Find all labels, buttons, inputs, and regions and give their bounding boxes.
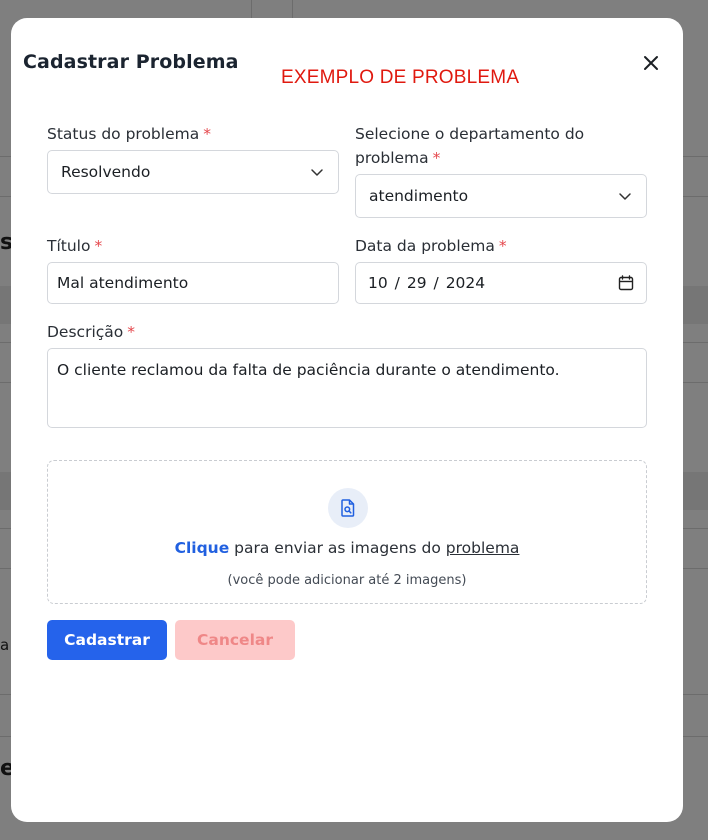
description-textarea[interactable]: O cliente reclamou da falta de paciência…: [47, 348, 647, 428]
title-input-value: Mal atendimento: [57, 274, 189, 292]
description-label: Descrição *: [47, 320, 135, 344]
calendar-icon[interactable]: [618, 275, 634, 291]
required-mark: *: [498, 237, 507, 255]
date-value: 10 / 29 / 2024: [367, 274, 486, 292]
department-select-value: atendimento: [369, 187, 469, 205]
status-label: Status do problema *: [47, 122, 211, 146]
department-label: Selecione o departamento do problema *: [355, 122, 584, 170]
upload-hint: (você pode adicionar até 2 imagens): [227, 573, 467, 588]
description-label-text: Descrição: [47, 323, 124, 341]
date-day[interactable]: 29: [407, 274, 427, 292]
modal-title: Cadastrar Problema: [23, 51, 239, 73]
cancel-button[interactable]: Cancelar: [175, 620, 295, 660]
required-mark: *: [203, 125, 211, 143]
date-separator: /: [433, 274, 439, 292]
date-label-text: Data da problema: [355, 237, 495, 255]
department-select[interactable]: atendimento: [355, 174, 647, 218]
required-mark: *: [432, 149, 441, 167]
description-value: O cliente reclamou da falta de paciência…: [57, 361, 560, 379]
title-label: Título *: [47, 234, 102, 258]
date-label: Data da problema *: [355, 234, 507, 258]
chevron-down-icon: [311, 169, 323, 176]
department-label-line1: Selecione o departamento do: [355, 125, 585, 143]
date-year[interactable]: 2024: [446, 274, 485, 292]
upload-instruction: Clique para enviar as imagens do problem…: [48, 539, 646, 557]
status-select-value: Resolvendo: [61, 163, 151, 181]
image-upload-dropzone[interactable]: Clique para enviar as imagens do problem…: [47, 460, 647, 604]
close-button[interactable]: [639, 51, 663, 75]
example-label: EXEMPLO DE PROBLEMA: [281, 67, 520, 88]
date-input[interactable]: 10 / 29 / 2024: [355, 262, 647, 304]
chevron-down-icon: [619, 193, 631, 200]
department-label-line2: problema: [355, 149, 429, 167]
file-search-icon: [341, 499, 355, 517]
upload-text: para enviar as imagens do: [234, 539, 441, 557]
date-separator: /: [394, 274, 400, 292]
status-label-text: Status do problema: [47, 125, 200, 143]
upload-icon-circle: [328, 488, 368, 528]
required-mark: *: [94, 237, 103, 255]
date-month[interactable]: 10: [368, 274, 388, 292]
register-problem-modal: Cadastrar Problema EXEMPLO DE PROBLEMA S…: [11, 18, 683, 822]
upload-text-underlined: problema: [445, 539, 520, 557]
close-icon: [644, 56, 658, 70]
title-input[interactable]: Mal atendimento: [47, 262, 339, 304]
required-mark: *: [127, 323, 136, 341]
submit-button[interactable]: Cadastrar: [47, 620, 167, 660]
upload-click-link[interactable]: Clique: [175, 539, 230, 557]
status-select[interactable]: Resolvendo: [47, 150, 339, 194]
title-label-text: Título: [47, 237, 91, 255]
